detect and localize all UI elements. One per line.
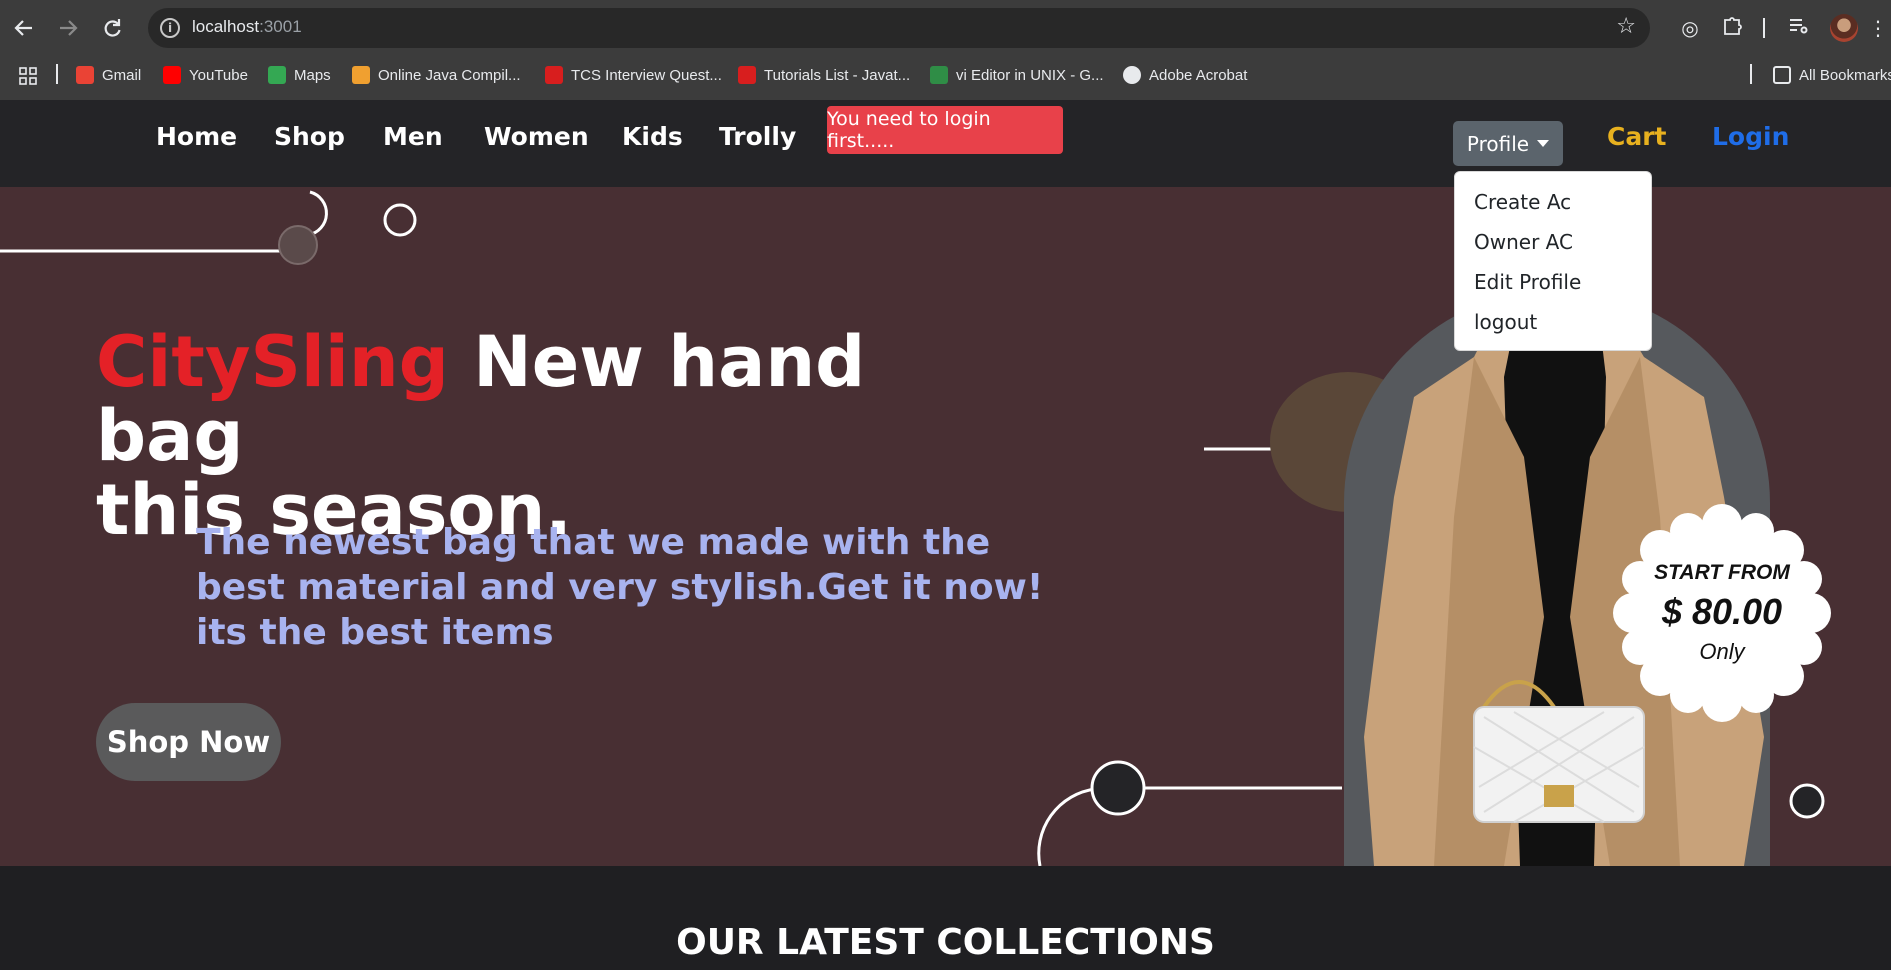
nav-cart[interactable]: Cart [1607,122,1667,151]
bookmark-label: vi Editor in UNIX - G... [956,66,1104,84]
reload-icon [104,19,121,37]
bookmark-vi-editor[interactable]: vi Editor in UNIX - G... [930,66,1104,84]
reading-list-icon[interactable] [1784,14,1812,42]
decor-ring-top [383,203,417,237]
decor-ring-bottom [1789,783,1825,819]
profile-label: Profile [1466,131,1530,156]
url-text[interactable]: localhost:3001 [192,17,302,37]
badge-text: START FROM $ 80.00 Only [1613,504,1831,722]
bookmark-divider [56,64,58,84]
back-button[interactable] [8,12,40,44]
bookmark-maps[interactable]: Maps [268,66,331,84]
brand-name: CitySling [96,321,449,403]
all-bookmarks-label: All Bookmarks [1799,66,1891,84]
bookmark-tcs[interactable]: TCS Interview Quest... [545,66,722,84]
sun-icon [352,66,370,84]
menu-item-create-account[interactable]: Create Ac [1474,190,1571,214]
menu-item-owner-account[interactable]: Owner AC [1474,230,1573,254]
url-port: :3001 [259,17,302,36]
shop-now-button[interactable]: Shop Now [96,703,281,781]
toolbar-divider [1763,18,1765,38]
browser-chrome: i localhost:3001 ☆ ◎ ⋮ Gmail YouTube Map… [0,0,1891,100]
decor-circle-bottom [1090,760,1146,816]
bookmark-star-icon[interactable]: ☆ [1616,14,1636,39]
bookmark-divider [1750,64,1752,84]
forward-button[interactable] [52,12,84,44]
bookmark-tutorials[interactable]: Tutorials List - Javat... [738,66,910,84]
url-host: localhost [192,17,260,36]
hero-subtext: The newest bag that we made with the bes… [196,522,1044,653]
badge-line3: Only [1699,639,1745,664]
maps-icon [268,66,286,84]
nav-shop[interactable]: Shop [274,122,345,151]
nav-women[interactable]: Women [484,122,589,151]
price-badge: START FROM $ 80.00 Only [1613,504,1831,722]
reload-button[interactable] [96,12,128,44]
menu-item-logout[interactable]: logout [1474,310,1537,334]
grid-icon [19,67,37,85]
nav-home[interactable]: Home [156,122,237,151]
badge-price: $ 80.00 [1661,591,1783,632]
puzzle-icon [1724,17,1742,35]
decor-arc-bottom [1037,787,1096,866]
bookmarks-bar: Gmail YouTube Maps Online Java Compil...… [0,56,1891,100]
bookmark-label: Tutorials List - Javat... [764,66,911,84]
gmail-icon [76,66,94,84]
bookmark-online-java[interactable]: Online Java Compil... [352,66,521,84]
bookmark-label: Maps [294,66,331,84]
site-info-icon[interactable]: i [160,18,180,38]
bookmark-label: Online Java Compil... [378,66,521,84]
javatpoint-icon [738,66,756,84]
caret-down-icon [1537,140,1550,147]
bookmark-label: Gmail [102,66,142,84]
javatpoint-icon [545,66,563,84]
browser-toolbar: i localhost:3001 ☆ ◎ ⋮ [0,0,1891,56]
all-bookmarks[interactable]: All Bookmarks [1773,66,1891,84]
apps-icon[interactable] [18,66,38,86]
address-bar[interactable]: i localhost:3001 ☆ [148,8,1650,48]
profile-avatar[interactable] [1830,14,1858,42]
menu-icon[interactable]: ⋮ [1868,14,1888,42]
nav-trolly[interactable]: Trolly [719,122,796,151]
decor-arc-top [307,190,328,237]
bookmark-youtube[interactable]: YouTube [163,66,248,84]
bookmark-label: YouTube [189,66,248,84]
badge-line1: START FROM [1654,561,1790,584]
folder-icon [1773,66,1791,84]
youtube-icon [163,66,181,84]
media-list-icon [1790,19,1808,34]
bookmark-label: TCS Interview Quest... [571,66,722,84]
extensions-icon[interactable] [1718,14,1746,42]
forward-arrow-icon [60,20,78,36]
profile-dropdown-button[interactable]: Profile [1453,121,1563,166]
section-title: OUR LATEST COLLECTIONS [676,922,1215,963]
bookmark-gmail[interactable]: Gmail [76,66,141,84]
lens-icon[interactable]: ◎ [1676,14,1704,42]
profile-dropdown-menu: Create Ac Owner AC Edit Profile logout [1454,171,1652,351]
nav-men[interactable]: Men [383,122,443,151]
back-arrow-icon [14,20,32,36]
bookmark-label: Adobe Acrobat [1149,66,1248,84]
nav-kids[interactable]: Kids [622,122,683,151]
bookmark-adobe[interactable]: Adobe Acrobat [1123,66,1247,84]
menu-item-edit-profile[interactable]: Edit Profile [1474,270,1581,294]
login-required-toast: You need to login first..... [827,106,1063,154]
nav-login[interactable]: Login [1712,122,1789,151]
globe-icon [1123,66,1141,84]
hero-headline: CitySling New hand bag this season. [96,325,996,547]
geeksforgeeks-icon [930,66,948,84]
decor-circle-top [278,225,318,265]
